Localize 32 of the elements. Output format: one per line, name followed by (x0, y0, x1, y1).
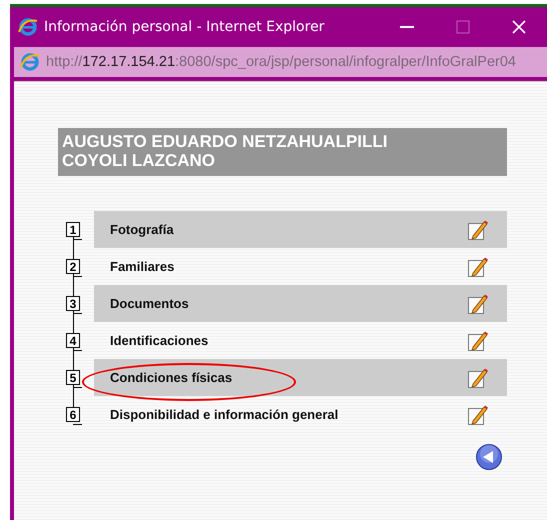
close-icon (511, 19, 527, 35)
step-number: 3 (66, 296, 80, 311)
section-label: Disponibilidad e información general (110, 407, 338, 422)
page-icon (20, 52, 40, 72)
section-label: Documentos (110, 296, 189, 311)
back-button[interactable] (475, 443, 503, 471)
section-label: Identificaciones (110, 333, 208, 348)
edit-icon[interactable] (467, 330, 489, 352)
step-number: 5 (66, 370, 80, 385)
step-number: 4 (66, 333, 80, 348)
section-row[interactable]: Fotografía (94, 211, 507, 248)
section-row[interactable]: Identificaciones (94, 322, 507, 359)
window-title: Información personal - Internet Explorer (44, 19, 324, 35)
edit-icon[interactable] (467, 218, 489, 240)
section-row[interactable]: Familiares (94, 248, 507, 285)
section-label: Familiares (110, 259, 174, 274)
section-label: Condiciones físicas (110, 370, 232, 385)
person-name: AUGUSTO EDUARDO NETZAHUALPILLI COYOLI LAZCANO (58, 128, 507, 176)
edit-icon[interactable] (467, 404, 489, 426)
section-row[interactable]: Condiciones físicas (94, 359, 507, 396)
edit-icon[interactable] (467, 292, 489, 314)
maximize-icon (456, 20, 470, 34)
minimize-icon (400, 26, 414, 28)
edit-icon[interactable] (467, 366, 489, 388)
section-row[interactable]: Disponibilidad e información general (94, 396, 507, 433)
step-number: 6 (66, 407, 80, 422)
step-number: 2 (66, 259, 80, 274)
step-number: 1 (66, 222, 80, 237)
browser-logo-icon (18, 17, 38, 37)
edit-icon[interactable] (467, 256, 489, 278)
section-row[interactable]: Documentos (94, 285, 507, 322)
section-label: Fotografía (110, 222, 174, 237)
